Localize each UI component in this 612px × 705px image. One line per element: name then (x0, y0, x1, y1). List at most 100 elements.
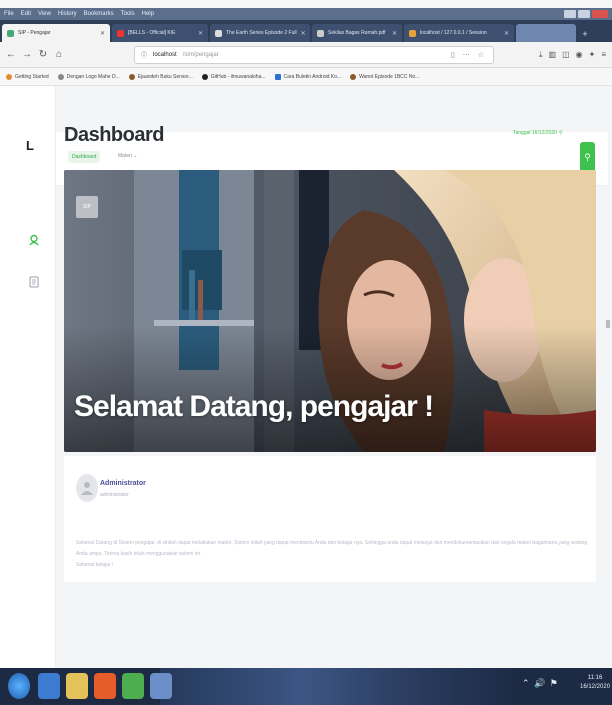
home-icon[interactable]: ⌂ (54, 49, 64, 60)
tab-label: The Earth Series Episode 2 Full (226, 30, 297, 36)
firefox-icon[interactable] (94, 673, 116, 699)
user-name: Administrator (100, 480, 146, 487)
tab-favicon-icon (215, 29, 222, 37)
browser-menubar: File Edit View History Bookmarks Tools H… (0, 8, 612, 20)
bookmark-label: Ejaandeh Buku Sensor... (137, 73, 193, 80)
page-title: Dashboard (64, 124, 164, 146)
menu-edit[interactable]: Edit (21, 11, 31, 17)
tab-pdf[interactable]: Sekilas Bagas Rumah.pdf ✕ (312, 24, 402, 42)
hero-badge-icon: SIP (76, 196, 98, 218)
sidebar-dashboard-icon[interactable] (28, 234, 40, 246)
bookmark-episode[interactable]: Wanot Episode 1BCC No... (350, 73, 420, 80)
start-button-icon[interactable] (8, 673, 30, 699)
tab-earth-series[interactable]: The Earth Series Episode 2 Full ✕ (210, 24, 310, 42)
tab-favicon-icon (317, 29, 324, 37)
close-window-button[interactable] (592, 10, 608, 18)
bookmarks-bar: Getting Started Dengan Logo Mahe D... Ej… (0, 68, 612, 86)
menu-view[interactable]: View (38, 11, 51, 17)
site-info-icon[interactable]: ⓘ (141, 50, 147, 59)
clock-time: 11:16 (587, 675, 603, 681)
ie-icon[interactable] (38, 673, 60, 699)
menu-hamburger-icon[interactable]: ≡ (601, 50, 606, 60)
tab-close-icon[interactable]: ✕ (504, 30, 509, 37)
bookmark-label: Dengan Logo Mahe D... (66, 73, 120, 80)
tab-bells[interactable]: [BELLS - Official] KIE ✕ (112, 24, 208, 42)
bookmark-label: Wanot Episode 1BCC No... (359, 73, 420, 80)
tab-favicon-icon (409, 29, 416, 37)
user-role: administrator (100, 492, 129, 498)
tab-sip-pengajar[interactable]: SIP - Pengajar ✕ (2, 24, 110, 42)
taskbar-wallpaper (160, 668, 520, 705)
sidebar-materi-icon[interactable] (28, 276, 40, 288)
tab-close-icon[interactable]: ✕ (100, 30, 105, 37)
bookmark-logo[interactable]: Dengan Logo Mahe D... (57, 73, 120, 80)
tab-close-icon[interactable]: ✕ (198, 30, 203, 37)
url-path: /sim/pengajar (182, 51, 219, 58)
library-icon[interactable]: ▥ (549, 50, 557, 60)
menu-tools[interactable]: Tools (121, 11, 135, 17)
menu-file[interactable]: File (4, 11, 14, 17)
extensions-icon[interactable]: ✦ (589, 50, 596, 60)
tab-favicon-icon (117, 29, 124, 37)
taskbar-clock[interactable]: 11:16 16/12/2020 (580, 674, 610, 692)
user-avatar-icon (81, 482, 93, 495)
minimize-button[interactable] (564, 10, 576, 18)
tab-label: [BELLS - Official] KIE (128, 30, 176, 36)
app-window-icon[interactable] (150, 673, 172, 699)
address-bar[interactable]: ⓘ localhost /sim/pengajar ▯ ⋯ ☆ (134, 45, 494, 64)
explorer-folder-icon[interactable] (66, 673, 88, 699)
tab-label: SIP - Pengajar (18, 30, 51, 36)
downloads-icon[interactable]: ⤓ (539, 50, 543, 60)
sidebar: L (0, 86, 56, 668)
profile-button[interactable]: ⚲ (580, 142, 595, 172)
menu-help[interactable]: Help (142, 11, 154, 17)
user-welcome-card: Administrator administrator Selamat Data… (64, 456, 596, 582)
tab-localhost-session[interactable]: localhost / 127.0.0.1 / Session ✕ (404, 24, 514, 42)
welcome-message-footer: Selamat belajar ! (76, 562, 114, 568)
reload-icon[interactable]: ↻ (38, 49, 48, 60)
bookmark-label: GitHub - ilmuwanaloha... (210, 73, 266, 80)
menu-history[interactable]: History (58, 11, 77, 17)
tab-close-icon[interactable]: ✕ (392, 30, 397, 37)
browser-tabbar: SIP - Pengajar ✕ [BELLS - Official] KIE … (0, 20, 612, 42)
bookmark-getting-started[interactable]: Getting Started (6, 73, 49, 80)
nav-materi-dropdown[interactable]: Materi ⌄ (118, 153, 137, 159)
account-icon[interactable]: ◉ (576, 50, 583, 60)
bookmark-label: Cara Buletin Android Ko... (283, 73, 342, 80)
welcome-hero-banner: SIP Selamat Datang, pengajar ! (64, 170, 596, 452)
chrome-icon[interactable] (122, 673, 144, 699)
app-logo[interactable]: L (26, 138, 34, 153)
bookmark-github[interactable]: GitHub - ilmuwanaloha... (201, 73, 266, 80)
back-icon[interactable]: ← (6, 49, 16, 60)
bookmark-icon (6, 73, 12, 80)
bookmark-icon (57, 73, 64, 80)
tab-blank[interactable] (516, 24, 576, 42)
toolbar-icons: ⤓ ▥ ◫ ◉ ✦ ≡ (539, 50, 606, 60)
tab-favicon-icon (7, 29, 14, 37)
system-tray-icons[interactable]: ⌃ 🔊 ⚑ (522, 678, 559, 689)
clock-date: 16/12/2020 (580, 684, 611, 690)
sidebar-toggle-icon[interactable]: ◫ (562, 50, 570, 60)
menu-bookmarks[interactable]: Bookmarks (84, 11, 114, 17)
browser-navbar: ← → ↻ ⌂ ⓘ localhost /sim/pengajar ▯ ⋯ ☆ … (0, 42, 612, 68)
new-tab-button[interactable]: + (578, 26, 592, 42)
forward-icon[interactable]: → (22, 49, 32, 60)
bookmark-icon (350, 73, 357, 80)
page-top-strip (0, 0, 612, 8)
hero-welcome-title: Selamat Datang, pengajar ! (74, 390, 434, 423)
date-text: Tanggal 16/12/2020 (513, 130, 557, 136)
welcome-message: Selamat Datang di Sistem pengajar, di si… (76, 538, 590, 571)
avatar (76, 474, 98, 502)
maximize-button[interactable] (578, 10, 590, 18)
bookmark-icon (128, 73, 135, 80)
os-taskbar: ⌃ 🔊 ⚑ 11:16 16/12/2020 (0, 668, 612, 705)
bookmark-ejaan[interactable]: Ejaandeh Buku Sensor... (128, 73, 193, 80)
nav-dashboard-link[interactable]: Dashboard (68, 151, 101, 163)
page-scrollbar[interactable] (606, 320, 610, 328)
bookmark-label: Getting Started (15, 73, 49, 80)
tab-close-icon[interactable]: ✕ (301, 30, 306, 37)
bookmark-android[interactable]: Cara Buletin Android Ko... (274, 73, 342, 80)
date-chip: Tanggal 16/12/2020 ⚲ (513, 130, 563, 136)
bookmark-icon (274, 73, 281, 80)
page-actions-icon[interactable]: ▯ ⋯ ☆ (451, 51, 487, 59)
